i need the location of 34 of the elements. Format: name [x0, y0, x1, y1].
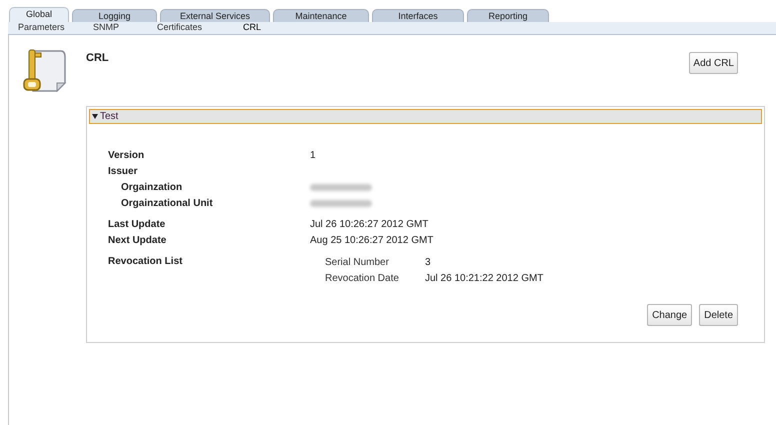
key-document-icon: [23, 47, 67, 93]
subtab[interactable]: Parameters: [18, 21, 93, 35]
field-label: Revocation List: [108, 255, 184, 269]
add-crl-button[interactable]: Add CRL: [689, 52, 738, 74]
page-title: CRL: [86, 51, 109, 66]
blurred-value: [310, 200, 372, 207]
field-value: 1: [310, 149, 316, 163]
subtab[interactable]: Certificates: [157, 21, 243, 35]
tab[interactable]: Global: [9, 7, 69, 22]
field-value: Aug 25 10:26:27 2012 GMT: [310, 234, 434, 248]
tab[interactable]: Maintenance: [273, 9, 369, 22]
tab[interactable]: Logging: [72, 9, 157, 22]
subtab[interactable]: SNMP: [93, 21, 157, 35]
entry-label: Serial Number: [325, 256, 390, 270]
section-header[interactable]: Test: [89, 109, 762, 124]
field-label: Orgainzational Unit: [120, 197, 214, 211]
action-button[interactable]: Change: [647, 304, 692, 326]
entry-label: Revocation Date: [325, 272, 400, 286]
blurred-value: [310, 184, 372, 191]
tab[interactable]: Interfaces: [372, 9, 464, 22]
subtab[interactable]: CRL: [243, 21, 283, 35]
action-button[interactable]: Delete: [699, 304, 738, 326]
entry-value: 3: [425, 256, 431, 270]
field-label: Orgainzation: [120, 181, 184, 195]
caret-icon: [92, 114, 98, 119]
tab[interactable]: External Services: [160, 9, 270, 22]
field-label: Version: [108, 149, 146, 163]
field-label: Next Update: [108, 234, 168, 248]
entry-value: Jul 26 10:21:22 2012 GMT: [425, 272, 544, 286]
field-value: Jul 26 10:26:27 2012 GMT: [310, 218, 428, 232]
section-title: Test: [100, 110, 118, 124]
field-label: Issuer: [108, 165, 138, 179]
tab[interactable]: Reporting: [467, 9, 549, 22]
field-label: Last Update: [108, 218, 166, 232]
